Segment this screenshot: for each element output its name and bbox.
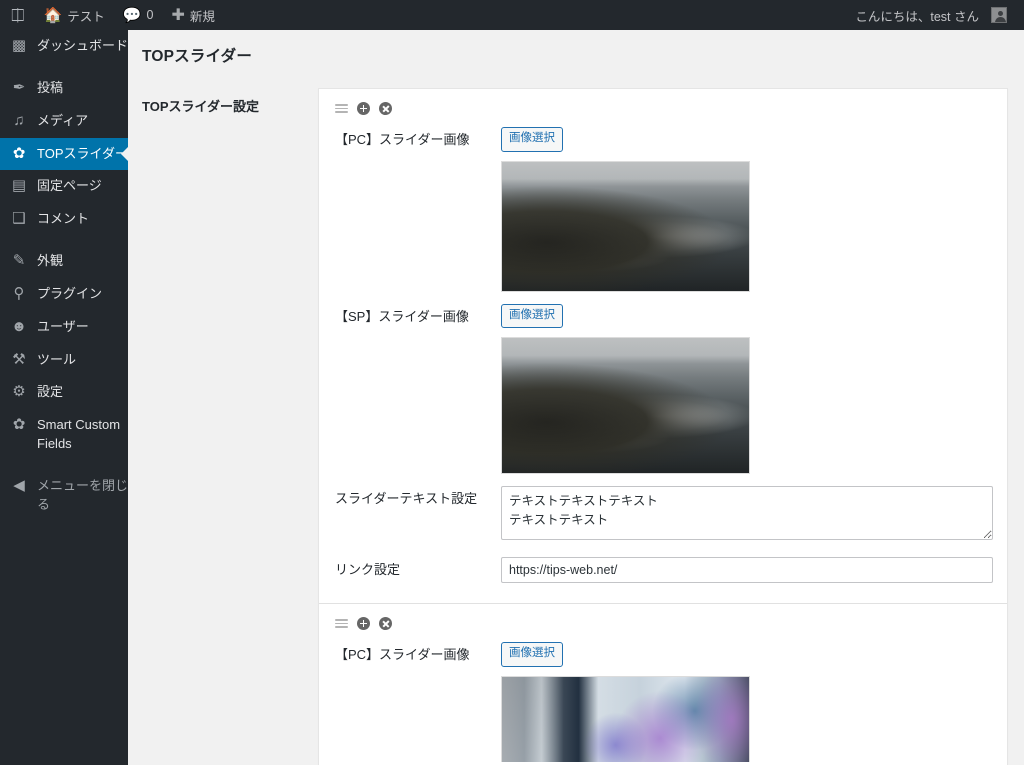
field-row: スライダーテキスト設定 xyxy=(319,480,1007,551)
remove-circle-icon[interactable] xyxy=(379,102,392,115)
field-label: 【PC】スライダー画像 xyxy=(335,647,470,662)
image-preview[interactable] xyxy=(501,675,750,762)
site-name-menu[interactable]: 🏠 テスト xyxy=(35,0,114,30)
greeting-label: こんにちは、test さん xyxy=(855,9,979,24)
select-image-button[interactable]: 画像選択 xyxy=(501,642,563,667)
field-row: 【PC】スライダー画像 画像選択 xyxy=(319,121,1007,298)
sidebar-item-tools[interactable]: ⚒ ツール xyxy=(0,344,128,377)
sidebar-item-label: Smart Custom Fields xyxy=(37,417,121,452)
sidebar-item-posts[interactable]: ✒ 投稿 xyxy=(0,72,128,105)
drag-handle-icon[interactable] xyxy=(335,619,348,628)
settings-icon: ⚙ xyxy=(12,383,26,401)
sidebar-item-users[interactable]: ☻ ユーザー xyxy=(0,311,128,344)
sidebar-item-label: ダッシュボード xyxy=(37,38,129,53)
sidebar-item-collapse[interactable]: ◀ メニューを閉じる xyxy=(0,470,128,522)
repeater-row: 【PC】スライダー画像 画像選択 【SP】スライダー画像 画像選択 スライダーテキスト設… xyxy=(319,89,1007,603)
field-body xyxy=(501,486,993,545)
field-label: 【SP】スライダー画像 xyxy=(335,308,469,324)
field-label: スライダーテキスト設定 xyxy=(335,491,478,506)
page-title: TOPスライダー xyxy=(142,48,253,65)
sidebar-item-plugins[interactable]: ⚲ プラグイン xyxy=(0,278,128,311)
sidebar-separator xyxy=(0,461,128,470)
wrench-icon: ⚒ xyxy=(12,350,26,368)
field-body xyxy=(501,557,993,583)
add-circle-icon[interactable] xyxy=(357,102,370,115)
add-circle-icon[interactable] xyxy=(357,617,370,630)
new-content-label: 新規 xyxy=(189,9,215,24)
comments-bubble[interactable]: 💬 0 xyxy=(114,0,163,30)
my-account-menu[interactable]: こんにちは、test さん xyxy=(846,0,1016,30)
new-content-menu[interactable]: ✚ 新規 xyxy=(162,0,223,30)
image-preview[interactable] xyxy=(501,160,750,292)
plus-icon: ✚ xyxy=(171,7,185,24)
field-body: 画像選択 xyxy=(501,303,993,474)
home-icon: 🏠 xyxy=(43,6,63,24)
link-url-input[interactable] xyxy=(501,557,993,583)
field-row: 【PC】スライダー画像 画像選択 xyxy=(319,636,1007,765)
field-label: リンク設定 xyxy=(335,562,401,577)
sidebar-item-media[interactable]: ♫ メディア xyxy=(0,105,128,138)
admin-sidebar-menu: ▩ ダッシュボード ✒ 投稿 ♫ メディア ✿ TOPスライダー ▤ 固定ページ ❑ コメント ✎ 外観 ⚲… xyxy=(0,30,128,765)
sidebar-separator xyxy=(0,236,128,245)
select-image-button[interactable]: 画像選択 xyxy=(501,127,563,152)
sidebar-item-label: コメント xyxy=(37,211,90,227)
sidebar-item-comments[interactable]: ❑ コメント xyxy=(0,203,128,236)
sidebar-item-label: TOPスライダー xyxy=(37,145,128,161)
remove-circle-icon[interactable] xyxy=(379,617,392,630)
sidebar-item-appearance[interactable]: ✎ 外観 xyxy=(0,245,128,278)
sidebar-item-pages[interactable]: ▤ 固定ページ xyxy=(0,170,128,203)
sidebar-item-label: プラグイン xyxy=(37,285,103,301)
field-body: 画像選択 xyxy=(501,642,993,762)
site-name-label: テスト xyxy=(67,9,105,24)
avatar xyxy=(991,7,1007,23)
sidebar-item-dashboard[interactable]: ▩ ダッシュボード xyxy=(0,30,128,63)
user-icon: ☻ xyxy=(11,317,27,335)
field-row: 【SP】スライダー画像 画像選択 xyxy=(319,298,1007,481)
pin-icon: ✒ xyxy=(12,78,26,96)
repeater-row-tools xyxy=(319,99,1007,121)
sidebar-item-label: ユーザー xyxy=(37,318,89,334)
dashboard-icon: ▩ xyxy=(11,37,27,54)
admin-bar-right: こんにちは、test さん xyxy=(846,0,1024,30)
repeater-row-tools xyxy=(319,614,1007,636)
gear-icon: ✿ xyxy=(12,144,26,162)
plug-icon: ⚲ xyxy=(13,284,25,302)
repeater-row: 【PC】スライダー画像 画像選択 xyxy=(319,603,1007,765)
sidebar-item-label: ツール xyxy=(37,351,77,367)
admin-bar-left: ⎅ 🏠 テスト 💬 0 ✚ 新規 xyxy=(0,0,224,30)
field-label: 【PC】スライダー画像 xyxy=(335,132,470,147)
comments-count: 0 xyxy=(146,8,154,22)
media-icon: ♫ xyxy=(13,111,25,129)
sidebar-item-top-slider[interactable]: ✿ TOPスライダー xyxy=(0,137,128,171)
drag-handle-icon[interactable] xyxy=(335,104,348,113)
wordpress-logo-icon: ⎅ xyxy=(11,5,25,25)
field-row: リンク設定 xyxy=(319,551,1007,589)
section-label: TOPスライダー設定 xyxy=(142,99,259,114)
comment-icon: 💬 xyxy=(122,6,142,24)
sidebar-item-label: メディア xyxy=(37,112,89,128)
brush-icon: ✎ xyxy=(12,252,26,270)
sidebar-item-settings[interactable]: ⚙ 設定 xyxy=(0,376,128,409)
sidebar-item-label: 外観 xyxy=(37,253,64,269)
sidebar-item-label: 投稿 xyxy=(37,79,64,95)
slider-text-textarea[interactable] xyxy=(501,486,993,540)
image-preview[interactable] xyxy=(501,337,750,474)
sidebar-item-label: 固定ページ xyxy=(37,178,102,194)
wordpress-logo-button[interactable]: ⎅ xyxy=(0,0,35,30)
sidebar-item-label: メニューを閉じる xyxy=(37,477,129,512)
admin-bar: ⎅ 🏠 テスト 💬 0 ✚ 新規 こんにちは、test さん xyxy=(0,0,1024,30)
field-body: 画像選択 xyxy=(501,127,993,292)
page-icon: ▤ xyxy=(11,177,27,195)
main-content-area: TOPスライダー TOPスライダー設定 【PC】スライダー画像 画像選択 【SP】ス… xyxy=(128,30,1024,765)
comment-icon: ❑ xyxy=(12,210,26,228)
repeater-panel: 【PC】スライダー画像 画像選択 【SP】スライダー画像 画像選択 スライダーテキスト設… xyxy=(318,88,1008,765)
select-image-button[interactable]: 画像選択 xyxy=(501,303,563,328)
sidebar-separator xyxy=(0,63,128,72)
sidebar-item-label: 設定 xyxy=(37,384,64,400)
gear-icon: ✿ xyxy=(12,416,26,434)
collapse-arrow-icon: ◀ xyxy=(13,476,25,494)
sidebar-item-smart-custom-fields[interactable]: ✿ Smart Custom Fields xyxy=(0,409,128,461)
